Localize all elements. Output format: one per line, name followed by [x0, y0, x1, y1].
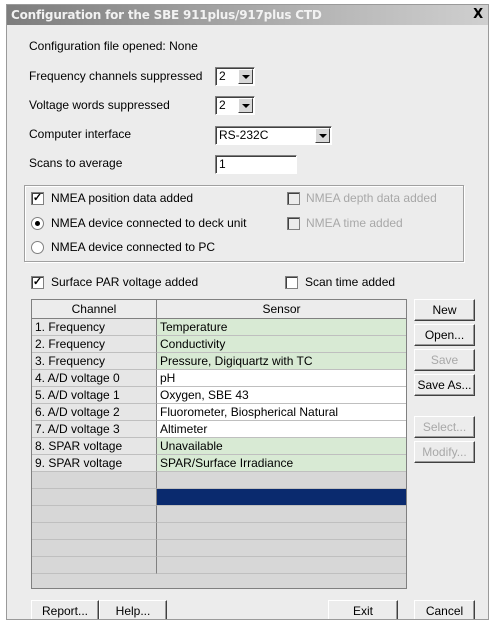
nmea-position-checkbox[interactable]: ✓ [31, 192, 44, 205]
voltage-suppressed-label: Voltage words suppressed [29, 98, 170, 112]
open-button[interactable]: Open... [414, 324, 475, 346]
table-cell-channel[interactable]: 3. Frequency [32, 353, 157, 370]
nmea-depth-label: NMEA depth data added [306, 191, 437, 205]
select-button[interactable]: Select... [414, 416, 475, 438]
surface-par-label: Surface PAR voltage added [51, 275, 199, 289]
chevron-down-icon[interactable] [315, 128, 330, 143]
voltage-suppressed-value: 2 [219, 98, 226, 112]
config-file-value: None [169, 39, 198, 53]
table-cell-sensor[interactable]: Pressure, Digiquartz with TC [157, 353, 406, 370]
nmea-time-checkbox[interactable] [287, 217, 300, 230]
modify-button[interactable]: Modify... [414, 441, 475, 463]
config-file-label: Configuration file opened: [29, 39, 166, 53]
freq-suppressed-label: Frequency channels suppressed [29, 69, 203, 83]
help-button[interactable]: Help... [99, 600, 167, 619]
surface-par-checkbox[interactable]: ✓ [31, 276, 44, 289]
chevron-down-icon[interactable] [238, 69, 253, 84]
nmea-deck-unit-label: NMEA device connected to deck unit [51, 216, 247, 230]
table-cell-sensor[interactable] [157, 557, 406, 574]
table-cell-sensor[interactable]: Altimeter [157, 421, 406, 438]
table-cell-sensor[interactable]: Fluorometer, Biospherical Natural [157, 404, 406, 421]
table-cell-sensor[interactable]: Oxygen, SBE 43 [157, 387, 406, 404]
save-as-button[interactable]: Save As... [414, 374, 475, 396]
table-cell-sensor[interactable] [157, 523, 406, 540]
nmea-position-label: NMEA position data added [51, 191, 194, 205]
nmea-depth-checkbox[interactable] [287, 192, 300, 205]
table-cell-channel[interactable] [32, 472, 157, 489]
table-cell-sensor[interactable] [157, 489, 406, 506]
computer-interface-value: RS-232C [219, 128, 269, 142]
new-button[interactable]: New [414, 299, 475, 321]
table-cell-channel[interactable]: 6. A/D voltage 2 [32, 404, 157, 421]
exit-button[interactable]: Exit [328, 600, 398, 619]
table-cell-channel[interactable] [32, 540, 157, 557]
table-cell-channel[interactable] [32, 557, 157, 574]
table-cell-sensor[interactable] [157, 540, 406, 557]
scan-time-checkbox[interactable] [285, 276, 298, 289]
nmea-pc-label: NMEA device connected to PC [51, 240, 216, 254]
freq-suppressed-select[interactable]: 2 [215, 67, 255, 86]
nmea-deck-unit-radio[interactable] [31, 217, 44, 230]
scans-average-input[interactable]: 1 [215, 155, 297, 174]
configuration-dialog: Configuration for the SBE 911plus/917plu… [6, 4, 489, 620]
freq-suppressed-value: 2 [219, 69, 226, 83]
sensor-column-header: Sensor [157, 300, 406, 319]
table-cell-sensor[interactable] [157, 472, 406, 489]
table-cell-channel[interactable]: 8. SPAR voltage [32, 438, 157, 455]
table-cell-sensor[interactable]: Temperature [157, 319, 406, 336]
table-cell-sensor[interactable] [157, 506, 406, 523]
table-cell-sensor[interactable]: Unavailable [157, 438, 406, 455]
report-button[interactable]: Report... [31, 600, 99, 619]
computer-interface-select[interactable]: RS-232C [215, 126, 332, 145]
table-cell-channel[interactable]: 7. A/D voltage 3 [32, 421, 157, 438]
channel-column-header: Channel [32, 300, 157, 319]
window-title: Configuration for the SBE 911plus/917plu… [11, 8, 322, 22]
nmea-pc-radio[interactable] [31, 241, 44, 254]
table-cell-sensor[interactable]: Conductivity [157, 336, 406, 353]
table-cell-channel[interactable] [32, 523, 157, 540]
chevron-down-icon[interactable] [238, 98, 253, 113]
cancel-button[interactable]: Cancel [414, 600, 475, 619]
table-cell-channel[interactable]: 5. A/D voltage 1 [32, 387, 157, 404]
table-cell-channel[interactable]: 2. Frequency [32, 336, 157, 353]
voltage-suppressed-select[interactable]: 2 [215, 96, 255, 115]
table-cell-sensor[interactable]: pH [157, 370, 406, 387]
table-cell-channel[interactable]: 1. Frequency [32, 319, 157, 336]
table-cell-channel[interactable] [32, 506, 157, 523]
table-cell-channel[interactable]: 9. SPAR voltage [32, 455, 157, 472]
table-cell-sensor[interactable]: SPAR/Surface Irradiance [157, 455, 406, 472]
scan-time-label: Scan time added [305, 275, 396, 289]
computer-interface-label: Computer interface [29, 127, 132, 141]
nmea-time-label: NMEA time added [306, 216, 403, 230]
channel-sensor-table[interactable]: Channel Sensor 1. Frequency Temperature 2.… [31, 299, 407, 589]
scans-average-label: Scans to average [29, 156, 123, 170]
close-icon[interactable]: X [470, 7, 486, 23]
save-button[interactable]: Save [414, 349, 475, 371]
title-bar: Configuration for the SBE 911plus/917plu… [7, 5, 488, 25]
table-cell-channel[interactable]: 4. A/D voltage 0 [32, 370, 157, 387]
config-file-line: Configuration file opened: None [29, 39, 198, 53]
table-cell-channel[interactable] [32, 489, 157, 506]
